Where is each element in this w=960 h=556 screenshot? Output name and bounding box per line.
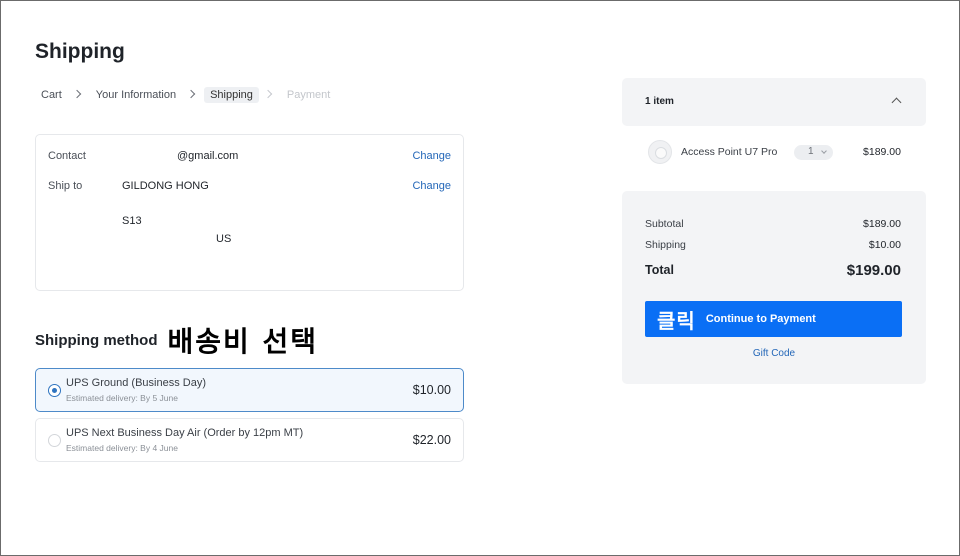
radio-unselected[interactable] xyxy=(48,434,61,447)
total-value: $199.00 xyxy=(846,262,901,279)
click-annotation-text: 클릭 xyxy=(657,308,696,333)
total-label: Total xyxy=(645,263,674,277)
product-name: Access Point U7 Pro xyxy=(681,146,778,158)
shipping-method-heading: Shipping method 배송비 선택 xyxy=(35,322,318,358)
product-thumbnail xyxy=(648,140,672,164)
radio-selected[interactable] xyxy=(48,384,61,397)
shipping-option-ups-ground[interactable]: UPS Ground (Business Day) Estimated deli… xyxy=(35,368,464,412)
shipping-option-ups-next-day-air[interactable]: UPS Next Business Day Air (Order by 12pm… xyxy=(35,418,464,462)
continue-to-payment-label: Continue to Payment xyxy=(705,313,816,325)
contact-value: @gmail.com xyxy=(177,150,239,162)
breadcrumb: Cart Your Information Shipping Payment xyxy=(35,85,336,104)
quantity-select[interactable]: 1 xyxy=(794,145,833,160)
breadcrumb-cart[interactable]: Cart xyxy=(35,87,68,103)
shipping-option-eta: Estimated delivery: By 5 June xyxy=(66,393,178,403)
ship-to-address-line: S13 xyxy=(122,215,142,227)
shipping-option-name: UPS Next Business Day Air (Order by 12pm… xyxy=(66,427,304,439)
ship-to-country: US xyxy=(216,233,232,245)
shipping-option-price: $22.00 xyxy=(412,433,451,447)
item-count: 1 item xyxy=(645,96,674,107)
contact-label: Contact xyxy=(48,150,86,162)
change-contact-link[interactable]: Change xyxy=(412,150,451,162)
order-totals: Subtotal $189.00 Shipping $10.00 Total $… xyxy=(622,191,926,384)
subtotal-label: Subtotal xyxy=(645,218,684,230)
chevron-right-icon xyxy=(259,85,281,104)
ship-to-label: Ship to xyxy=(48,180,83,192)
chevron-down-icon xyxy=(821,148,827,154)
quantity-value: 1 xyxy=(808,146,814,157)
product-price: $189.00 xyxy=(863,146,901,158)
ship-to-name: GILDONG HONG xyxy=(122,180,209,192)
page-title: Shipping xyxy=(35,40,125,63)
breadcrumb-payment: Payment xyxy=(286,88,331,101)
cart-line-item: Access Point U7 Pro 1 $189.00 xyxy=(622,136,926,170)
shipping-option-name: UPS Ground (Business Day) xyxy=(66,377,206,389)
shipping-cost-label: Shipping xyxy=(645,239,686,251)
breadcrumb-your-information[interactable]: Your Information xyxy=(90,87,182,103)
chevron-right-icon xyxy=(182,85,204,104)
breadcrumb-shipping: Shipping xyxy=(204,86,259,103)
continue-to-payment-button[interactable]: 클릭 Continue to Payment xyxy=(645,301,902,337)
shipping-option-eta: Estimated delivery: By 4 June xyxy=(66,443,178,453)
gift-code-link[interactable]: Gift Code xyxy=(622,348,926,359)
shipping-cost-value: $10.00 xyxy=(868,239,901,251)
chevron-up-icon[interactable] xyxy=(891,97,902,108)
chevron-right-icon xyxy=(68,85,90,104)
shipping-annotation-text: 배송비 선택 xyxy=(167,325,319,358)
change-address-link[interactable]: Change xyxy=(412,180,451,192)
order-summary-toggle[interactable]: 1 item xyxy=(622,78,926,126)
subtotal-value: $189.00 xyxy=(863,218,901,230)
shipping-method-title: Shipping method xyxy=(35,331,158,349)
contact-shipping-summary: Contact @gmail.com Change Ship to GILDON… xyxy=(35,134,464,291)
shipping-option-price: $10.00 xyxy=(412,383,451,397)
